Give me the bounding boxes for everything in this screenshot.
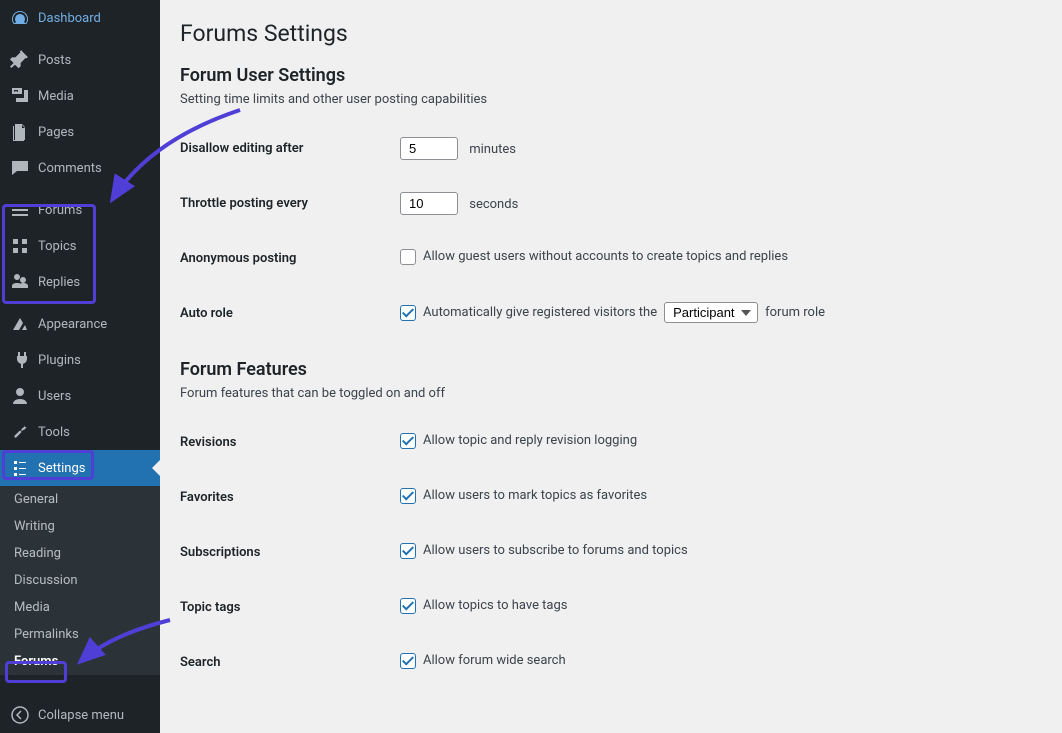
user-settings-heading: Forum User Settings bbox=[180, 65, 1042, 86]
favorites-cb-text: Allow users to mark topics as favorites bbox=[423, 488, 647, 503]
sidebar-item-posts[interactable]: Posts bbox=[0, 42, 160, 78]
autorole-checkbox-label[interactable]: Automatically give registered visitors t… bbox=[400, 302, 825, 323]
revisions-checkbox[interactable] bbox=[400, 433, 416, 449]
admin-sidebar: Dashboard Posts Media Pages Comments For… bbox=[0, 0, 160, 733]
submenu-item-discussion[interactable]: Discussion bbox=[0, 567, 160, 594]
sidebar-item-label: Posts bbox=[38, 53, 71, 68]
plugins-icon bbox=[10, 350, 30, 370]
collapse-menu-button[interactable]: Collapse menu bbox=[0, 697, 160, 733]
sidebar-item-label: Topics bbox=[38, 239, 77, 254]
subs-checkbox-label[interactable]: Allow users to subscribe to forums and t… bbox=[400, 543, 688, 559]
throttle-unit: seconds bbox=[469, 197, 518, 212]
submenu-item-permalinks[interactable]: Permalinks bbox=[0, 621, 160, 648]
anonymous-cb-text: Allow guest users without accounts to cr… bbox=[423, 249, 788, 264]
disallow-unit: minutes bbox=[469, 142, 516, 157]
revisions-checkbox-label[interactable]: Allow topic and reply revision logging bbox=[400, 433, 637, 449]
autorole-select[interactable]: Participant bbox=[664, 302, 758, 323]
anonymous-checkbox-label[interactable]: Allow guest users without accounts to cr… bbox=[400, 249, 788, 265]
sidebar-item-replies[interactable]: Replies bbox=[0, 264, 160, 300]
settings-submenu: General Writing Reading Discussion Media… bbox=[0, 486, 160, 675]
replies-icon bbox=[10, 272, 30, 292]
favorites-checkbox-label[interactable]: Allow users to mark topics as favorites bbox=[400, 488, 647, 504]
sidebar-item-pages[interactable]: Pages bbox=[0, 114, 160, 150]
submenu-item-writing[interactable]: Writing bbox=[0, 513, 160, 540]
disallow-label: Disallow editing after bbox=[180, 121, 400, 176]
sidebar-item-label: Forums bbox=[38, 203, 82, 218]
pin-icon bbox=[10, 50, 30, 70]
tags-label: Topic tags bbox=[180, 580, 400, 635]
tools-icon bbox=[10, 422, 30, 442]
sidebar-item-forums[interactable]: Forums bbox=[0, 192, 160, 228]
sidebar-item-topics[interactable]: Topics bbox=[0, 228, 160, 264]
throttle-label: Throttle posting every bbox=[180, 176, 400, 231]
throttle-posting-input[interactable] bbox=[400, 192, 458, 215]
page-title: Forums Settings bbox=[180, 20, 1042, 47]
features-table: Revisions Allow topic and reply revision… bbox=[180, 415, 1042, 690]
submenu-item-media[interactable]: Media bbox=[0, 594, 160, 621]
sidebar-item-dashboard[interactable]: Dashboard bbox=[0, 0, 160, 36]
tags-checkbox-label[interactable]: Allow topics to have tags bbox=[400, 598, 568, 614]
tags-cb-text: Allow topics to have tags bbox=[423, 598, 568, 613]
submenu-item-general[interactable]: General bbox=[0, 486, 160, 513]
sidebar-item-label: Tools bbox=[38, 425, 70, 440]
sidebar-item-label: Pages bbox=[38, 125, 74, 140]
sidebar-item-label: Replies bbox=[38, 275, 80, 290]
subs-checkbox[interactable] bbox=[400, 543, 416, 559]
sidebar-item-label: Appearance bbox=[38, 317, 107, 332]
media-icon bbox=[10, 86, 30, 106]
sidebar-item-label: Dashboard bbox=[38, 11, 101, 26]
sidebar-item-users[interactable]: Users bbox=[0, 378, 160, 414]
sidebar-item-label: Comments bbox=[38, 161, 102, 176]
revisions-cb-text: Allow topic and reply revision logging bbox=[423, 433, 637, 448]
main-content: Forums Settings Forum User Settings Sett… bbox=[160, 0, 1062, 733]
collapse-icon bbox=[10, 705, 30, 725]
forums-icon bbox=[10, 200, 30, 220]
submenu-item-forums[interactable]: Forums bbox=[0, 648, 160, 675]
autorole-post-text: forum role bbox=[765, 305, 825, 320]
submenu-item-reading[interactable]: Reading bbox=[0, 540, 160, 567]
topics-icon bbox=[10, 236, 30, 256]
appearance-icon bbox=[10, 314, 30, 334]
sidebar-item-label: Plugins bbox=[38, 353, 81, 368]
features-heading: Forum Features bbox=[180, 359, 1042, 380]
sidebar-item-label: Media bbox=[38, 89, 74, 104]
sidebar-item-label: Settings bbox=[38, 461, 85, 476]
sidebar-item-comments[interactable]: Comments bbox=[0, 150, 160, 186]
search-checkbox-label[interactable]: Allow forum wide search bbox=[400, 653, 566, 669]
subs-label: Subscriptions bbox=[180, 525, 400, 580]
tags-checkbox[interactable] bbox=[400, 598, 416, 614]
features-desc: Forum features that can be toggled on an… bbox=[180, 386, 1042, 401]
collapse-label: Collapse menu bbox=[38, 708, 124, 723]
sidebar-item-settings[interactable]: Settings bbox=[0, 450, 160, 486]
search-cb-text: Allow forum wide search bbox=[423, 653, 566, 668]
sidebar-item-tools[interactable]: Tools bbox=[0, 414, 160, 450]
user-settings-desc: Setting time limits and other user posti… bbox=[180, 92, 1042, 107]
search-checkbox[interactable] bbox=[400, 653, 416, 669]
favorites-checkbox[interactable] bbox=[400, 488, 416, 504]
dashboard-icon bbox=[10, 8, 30, 28]
sidebar-item-media[interactable]: Media bbox=[0, 78, 160, 114]
subs-cb-text: Allow users to subscribe to forums and t… bbox=[423, 543, 688, 558]
autorole-pre-text: Automatically give registered visitors t… bbox=[423, 305, 657, 320]
autorole-checkbox[interactable] bbox=[400, 305, 416, 321]
user-settings-table: Disallow editing after minutes Throttle … bbox=[180, 121, 1042, 341]
settings-icon bbox=[10, 458, 30, 478]
disallow-editing-input[interactable] bbox=[400, 137, 458, 160]
favorites-label: Favorites bbox=[180, 470, 400, 525]
sidebar-item-label: Users bbox=[38, 389, 71, 404]
page-icon bbox=[10, 122, 30, 142]
sidebar-item-appearance[interactable]: Appearance bbox=[0, 306, 160, 342]
anonymous-checkbox[interactable] bbox=[400, 249, 416, 265]
revisions-label: Revisions bbox=[180, 415, 400, 470]
autorole-label: Auto role bbox=[180, 286, 400, 341]
sidebar-item-plugins[interactable]: Plugins bbox=[0, 342, 160, 378]
anonymous-label: Anonymous posting bbox=[180, 231, 400, 286]
users-icon bbox=[10, 386, 30, 406]
search-label: Search bbox=[180, 635, 400, 690]
comments-icon bbox=[10, 158, 30, 178]
